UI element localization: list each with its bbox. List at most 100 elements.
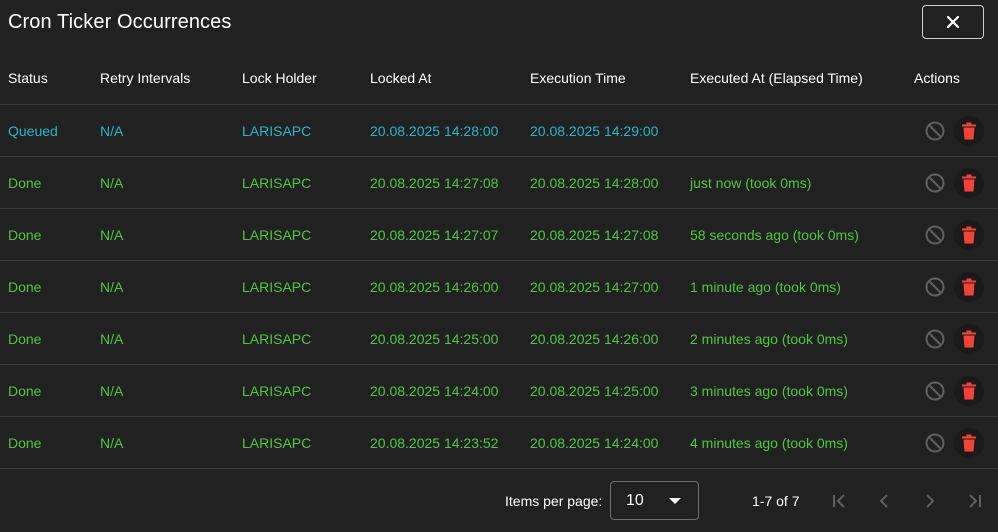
cell-status: Done — [0, 156, 100, 209]
cancel-icon — [925, 225, 945, 244]
cell-status: Queued — [0, 104, 100, 157]
cancel-button[interactable] — [920, 272, 950, 302]
delete-button[interactable] — [954, 115, 984, 146]
cell-execution-time: 20.08.2025 14:25:00 — [530, 364, 690, 417]
cell-locked-at: 20.08.2025 14:26:00 — [370, 260, 530, 313]
table-row: Queued N/A LARISAPC 20.08.2025 14:28:00 20.0… — [0, 104, 998, 157]
cell-lock-holder: LARISAPC — [242, 156, 370, 209]
close-icon — [946, 15, 960, 29]
cell-lock-holder: LARISAPC — [242, 208, 370, 261]
row-actions — [920, 167, 998, 198]
cell-status: Done — [0, 260, 100, 313]
cancel-button[interactable] — [920, 116, 950, 146]
cancel-icon — [925, 277, 945, 296]
header-status[interactable]: Status — [0, 52, 100, 105]
delete-button[interactable] — [954, 271, 984, 302]
cell-lock-holder: LARISAPC — [242, 416, 370, 469]
row-actions — [920, 115, 998, 146]
last-page-button[interactable] — [961, 487, 989, 515]
table-row: Done N/A LARISAPC 20.08.2025 14:26:00 20.08.… — [0, 260, 998, 313]
page-range-label: 1-7 of 7 — [752, 493, 800, 509]
delete-icon — [962, 382, 976, 399]
row-actions — [920, 323, 998, 354]
first-page-icon — [833, 494, 845, 508]
cell-executed-at — [690, 104, 914, 157]
cell-lock-holder: LARISAPC — [242, 104, 370, 157]
dialog-title: Cron Ticker Occurrences — [8, 11, 232, 33]
cell-executed-at: 4 minutes ago (took 0ms) — [690, 416, 914, 469]
next-page-icon — [926, 494, 935, 508]
cell-execution-time: 20.08.2025 14:27:08 — [530, 208, 690, 261]
delete-button[interactable] — [954, 323, 984, 354]
cell-status: Done — [0, 208, 100, 261]
cancel-button[interactable] — [920, 168, 950, 198]
cell-status: Done — [0, 364, 100, 417]
close-button[interactable] — [922, 5, 984, 39]
row-actions — [920, 427, 998, 458]
table-row: Done N/A LARISAPC 20.08.2025 14:24:00 20.08.… — [0, 364, 998, 417]
table-row: Done N/A LARISAPC 20.08.2025 14:23:52 20.08.… — [0, 416, 998, 469]
cancel-button[interactable] — [920, 220, 950, 250]
first-page-button[interactable] — [825, 487, 853, 515]
cell-retry-intervals: N/A — [100, 208, 242, 261]
dropdown-caret-icon — [669, 498, 681, 504]
cancel-icon — [925, 329, 945, 348]
cell-actions — [914, 312, 998, 365]
cell-locked-at: 20.08.2025 14:24:00 — [370, 364, 530, 417]
delete-button[interactable] — [954, 167, 984, 198]
cell-lock-holder: LARISAPC — [242, 312, 370, 365]
cell-executed-at: 58 seconds ago (took 0ms) — [690, 208, 914, 261]
delete-icon — [962, 122, 976, 139]
cell-retry-intervals: N/A — [100, 104, 242, 157]
cancel-icon — [925, 381, 945, 400]
row-actions — [920, 219, 998, 250]
delete-icon — [962, 226, 976, 243]
delete-icon — [962, 330, 976, 347]
table-row: Done N/A LARISAPC 20.08.2025 14:27:08 20.08.… — [0, 156, 998, 209]
items-per-page-label: Items per page: — [505, 493, 603, 509]
header-retry-intervals[interactable]: Retry Intervals — [100, 52, 242, 105]
cell-lock-holder: LARISAPC — [242, 260, 370, 313]
cell-retry-intervals: N/A — [100, 364, 242, 417]
delete-icon — [962, 278, 976, 295]
cell-actions — [914, 208, 998, 261]
cell-locked-at: 20.08.2025 14:23:52 — [370, 416, 530, 469]
cell-retry-intervals: N/A — [100, 416, 242, 469]
cell-actions — [914, 260, 998, 313]
items-per-page-select[interactable]: 10 — [610, 481, 699, 520]
cell-actions — [914, 364, 998, 417]
delete-button[interactable] — [954, 219, 984, 250]
cell-execution-time: 20.08.2025 14:29:00 — [530, 104, 690, 157]
header-actions: Actions — [914, 52, 998, 105]
header-execution-time[interactable]: Execution Time — [530, 52, 690, 105]
cell-actions — [914, 416, 998, 469]
delete-button[interactable] — [954, 427, 984, 458]
cell-execution-time: 20.08.2025 14:26:00 — [530, 312, 690, 365]
cell-locked-at: 20.08.2025 14:27:08 — [370, 156, 530, 209]
paginator: Items per page: 10 1-7 of 7 — [0, 470, 998, 532]
previous-page-button[interactable] — [870, 487, 898, 515]
cell-locked-at: 20.08.2025 14:28:00 — [370, 104, 530, 157]
occurrences-table: Status Retry Intervals Lock Holder Locke… — [0, 52, 998, 469]
header-locked-at[interactable]: Locked At — [370, 52, 530, 105]
row-actions — [920, 271, 998, 302]
cancel-button[interactable] — [920, 428, 950, 458]
cancel-button[interactable] — [920, 376, 950, 406]
last-page-icon — [969, 494, 981, 508]
header-executed-at[interactable]: Executed At (Elapsed Time) — [690, 52, 914, 105]
cell-lock-holder: LARISAPC — [242, 364, 370, 417]
previous-page-icon — [879, 494, 888, 508]
delete-button[interactable] — [954, 375, 984, 406]
cell-locked-at: 20.08.2025 14:25:00 — [370, 312, 530, 365]
header-lock-holder[interactable]: Lock Holder — [242, 52, 370, 105]
table-row: Done N/A LARISAPC 20.08.2025 14:27:07 20.08.… — [0, 208, 998, 261]
cell-actions — [914, 156, 998, 209]
next-page-button[interactable] — [916, 487, 944, 515]
cancel-button[interactable] — [920, 324, 950, 354]
delete-icon — [962, 174, 976, 191]
cell-execution-time: 20.08.2025 14:24:00 — [530, 416, 690, 469]
cell-execution-time: 20.08.2025 14:27:00 — [530, 260, 690, 313]
row-actions — [920, 375, 998, 406]
cell-retry-intervals: N/A — [100, 156, 242, 209]
table-row: Done N/A LARISAPC 20.08.2025 14:25:00 20.08.… — [0, 312, 998, 365]
